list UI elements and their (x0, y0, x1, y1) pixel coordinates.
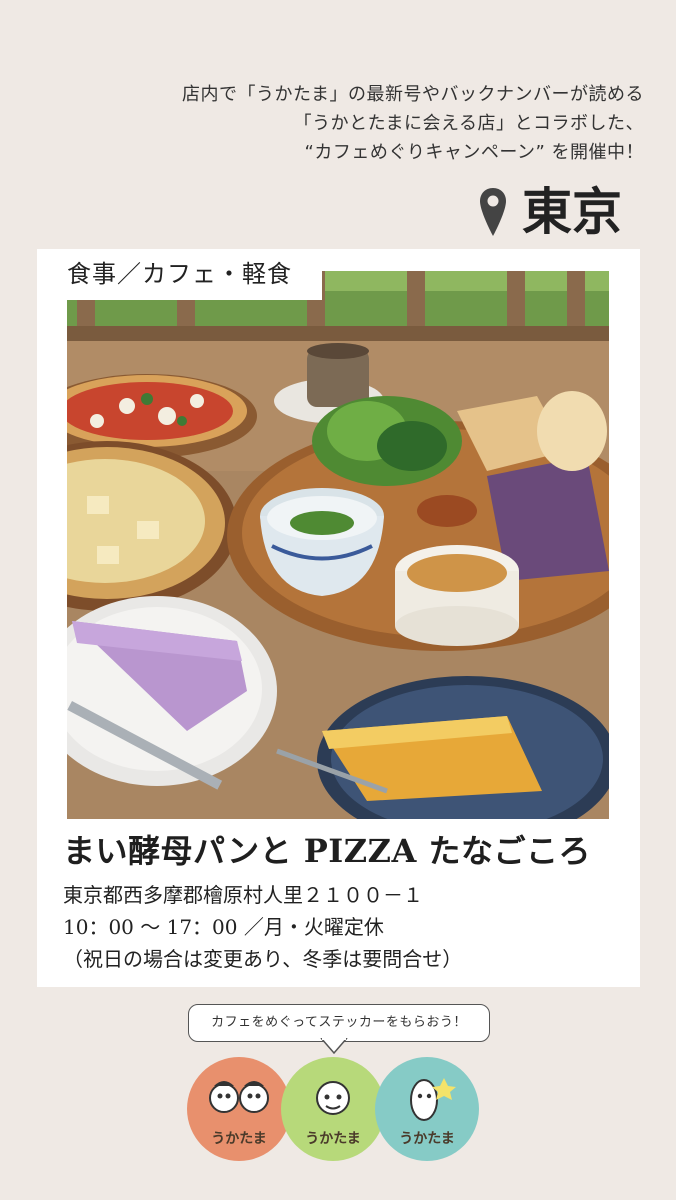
shop-photo (67, 271, 609, 819)
campaign-intro: 店内で「うかたま」の最新号やバックナンバーが読める 「うかとたまに会える店」とコ… (182, 80, 644, 167)
intro-line-1: 店内で「うかたま」の最新号やバックナンバーが読める (182, 84, 644, 105)
shop-hours: 10：00 ～ 17：00 ／月・火曜定休 (63, 915, 384, 939)
location-heading: 東京 (478, 182, 622, 242)
sticker-teal: うかたま (374, 1056, 480, 1162)
sticker-green: うかたま (280, 1056, 386, 1162)
location-city: 東京 (522, 182, 622, 241)
speech-bubble: カフェをめぐってステッカーをもらおう！ (188, 1004, 490, 1042)
sticker-label: うかたま (399, 1131, 455, 1147)
shop-details: 東京都西多摩郡檜原村人里２１００－１ 10：00 ～ 17：00 ／月・火曜定休… (63, 879, 462, 975)
sticker-label: うかたま (305, 1131, 361, 1147)
intro-line-2: 「うかとたまに会える店」とコラボした、 (293, 113, 644, 134)
speech-bubble-tail (320, 1038, 348, 1054)
intro-line-3: “カフェめぐりキャンペーン” を開催中！ (304, 142, 644, 163)
category-tag: 食事／カフェ・軽食 (57, 249, 322, 300)
shop-name: まい酵母パンと PIZZA たなごころ (63, 832, 591, 870)
shop-address: 東京都西多摩郡檜原村人里２１００－１ (63, 883, 423, 907)
shop-note: （祝日の場合は変更あり、冬季は要問合せ） (63, 947, 463, 971)
shop-card: 食事／カフェ・軽食 まい酵母パンと PIZZA たなごころ 東京都西多摩郡檜原村… (37, 249, 640, 987)
sticker-orange: うかたま (186, 1056, 292, 1162)
sticker-row: うかたま うかたま うかたま (186, 1056, 486, 1166)
sticker-label: うかたま (211, 1131, 267, 1147)
map-pin-icon (480, 188, 506, 236)
